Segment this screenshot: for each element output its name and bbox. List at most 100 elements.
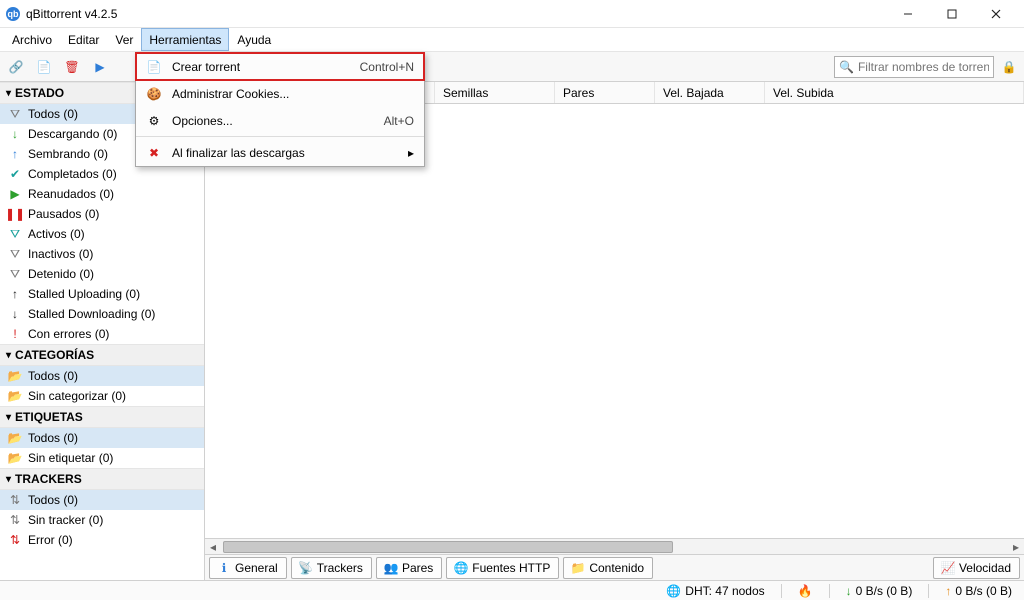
sidebar-item-label: Stalled Uploading (0) <box>28 287 140 301</box>
sidebar-item-label: Todos (0) <box>28 493 78 507</box>
sidebar-item-label: Activos (0) <box>28 227 85 241</box>
tab-label: Fuentes HTTP <box>472 561 550 575</box>
sidebar-item[interactable]: 📂Sin categorizar (0) <box>0 386 204 406</box>
sidebar-item[interactable]: ↓Stalled Downloading (0) <box>0 304 204 324</box>
sidebar-item[interactable]: ✔Completados (0) <box>0 164 204 184</box>
col-semillas[interactable]: Semillas <box>435 82 555 103</box>
menu-item-accel: Control+N <box>360 60 414 74</box>
menu-herramientas[interactable]: Herramientas <box>141 28 229 51</box>
sidebar-item[interactable]: ⇅ Sin tracker (0) <box>0 510 204 530</box>
detail-tabs: ℹGeneral 📡Trackers 👥Pares 🌐Fuentes HTTP … <box>205 554 1024 580</box>
tab-fuentes-http[interactable]: 🌐 Fuentes HTTP <box>446 557 559 579</box>
x-icon: ✖ <box>146 146 162 160</box>
sidebar-item-label: Sin tracker (0) <box>28 513 103 527</box>
sidebar-item[interactable]: ⇅ Todos (0) <box>0 490 204 510</box>
sidebar-item-label: Con errores (0) <box>28 327 109 341</box>
app-icon: qb <box>6 7 20 21</box>
gear-icon: ⚙ <box>146 114 162 128</box>
menu-administrar-cookies[interactable]: 🍪 Administrar Cookies... <box>136 80 424 107</box>
col-pares[interactable]: Pares <box>555 82 655 103</box>
menu-item-label: Opciones... <box>172 114 374 128</box>
funnel-icon: ⛛ <box>8 227 22 242</box>
content-icon: 📁 <box>572 561 584 575</box>
section-categorias[interactable]: ▾CATEGORÍAS <box>0 344 204 366</box>
lock-icon: 🔒 <box>1002 60 1017 74</box>
menu-archivo[interactable]: Archivo <box>4 28 60 51</box>
delete-button[interactable]: 🗑 <box>60 55 84 79</box>
chevron-down-icon: ▾ <box>6 350 11 361</box>
sidebar-item[interactable]: 📂Todos (0) <box>0 366 204 386</box>
window-title: qBittorrent v4.2.5 <box>26 7 117 21</box>
cookie-icon: 🍪 <box>146 87 162 101</box>
tab-contenido[interactable]: 📁Contenido <box>563 557 653 579</box>
speed-icon: 📈 <box>942 561 954 575</box>
plug-icon: 🔥 <box>798 584 813 598</box>
funnel-icon: ⛛ <box>8 107 22 122</box>
chevron-down-icon: ▾ <box>6 88 11 99</box>
status-text: DHT: 47 nodos <box>685 584 764 598</box>
menu-crear-torrent[interactable]: 📄 Crear torrent Control+N <box>136 53 424 80</box>
sidebar-item[interactable]: ▶Reanudados (0) <box>0 184 204 204</box>
section-etiquetas[interactable]: ▾ETIQUETAS <box>0 406 204 428</box>
add-link-button[interactable]: 🔗 <box>4 55 28 79</box>
play-icon: ▶ <box>8 187 22 201</box>
arrow-down-icon: ↓ <box>846 584 852 598</box>
menu-ver[interactable]: Ver <box>107 28 141 51</box>
tab-general[interactable]: ℹGeneral <box>209 557 287 579</box>
horizontal-scrollbar[interactable]: ◂ ▸ <box>205 538 1024 554</box>
sidebar-item-label: Detenido (0) <box>28 267 94 281</box>
scroll-right-icon[interactable]: ▸ <box>1008 539 1024 555</box>
tab-pares[interactable]: 👥Pares <box>376 557 442 579</box>
close-button[interactable] <box>974 0 1018 28</box>
scroll-thumb[interactable] <box>223 541 673 553</box>
menu-editar[interactable]: Editar <box>60 28 107 51</box>
filter-input[interactable] <box>858 60 989 74</box>
sidebar-item[interactable]: ⇅Error (0) <box>0 530 204 550</box>
play-button[interactable]: ▶ <box>88 55 112 79</box>
menu-al-finalizar[interactable]: ✖ Al finalizar las descargas ▸ <box>136 139 424 166</box>
sidebar-item-label: Sin etiquetar (0) <box>28 451 113 465</box>
sidebar-item[interactable]: !Con errores (0) <box>0 324 204 344</box>
filter-search[interactable]: 🔍 <box>834 56 994 78</box>
menu-item-accel: Alt+O <box>384 114 414 128</box>
sidebar-item[interactable]: ❚❚Pausados (0) <box>0 204 204 224</box>
col-vel-bajada[interactable]: Vel. Bajada <box>655 82 765 103</box>
tab-trackers[interactable]: 📡Trackers <box>291 557 372 579</box>
scroll-left-icon[interactable]: ◂ <box>205 539 221 555</box>
status-download: ↓ 0 B/s (0 B) <box>840 584 919 598</box>
torrent-list[interactable] <box>205 104 1024 538</box>
net-icon: ⇅ <box>8 493 22 507</box>
net-icon: ⇅ <box>8 513 22 527</box>
http-icon: 🌐 <box>455 561 467 575</box>
status-dht: 🌐DHT: 47 nodos <box>660 584 770 598</box>
sidebar-item[interactable]: ⛛Inactivos (0) <box>0 244 204 264</box>
add-file-button[interactable]: 📄 <box>32 55 56 79</box>
herramientas-dropdown: 📄 Crear torrent Control+N 🍪 Administrar … <box>135 52 425 167</box>
menu-opciones[interactable]: ⚙ Opciones... Alt+O <box>136 107 424 134</box>
folder-icon: 📂 <box>8 451 22 465</box>
maximize-button[interactable] <box>930 0 974 28</box>
menu-ayuda[interactable]: Ayuda <box>229 28 279 51</box>
sidebar-item[interactable]: ↑Stalled Uploading (0) <box>0 284 204 304</box>
info-icon: ℹ <box>218 561 230 575</box>
sidebar-item[interactable]: 📂 Sin etiquetar (0) <box>0 448 204 468</box>
folder-icon: 📂 <box>8 431 22 445</box>
sidebar-item[interactable]: ⛛ Activos (0) <box>0 224 204 244</box>
lock-button[interactable]: 🔒 <box>998 56 1020 78</box>
tab-label: Velocidad <box>959 561 1011 575</box>
sidebar-item[interactable]: 📂Todos (0) <box>0 428 204 448</box>
sidebar-item[interactable]: ⛛Detenido (0) <box>0 264 204 284</box>
minimize-button[interactable] <box>886 0 930 28</box>
menu-item-label: Administrar Cookies... <box>172 87 404 101</box>
sidebar-item-label: Pausados (0) <box>28 207 99 221</box>
section-title: ESTADO <box>15 86 64 100</box>
col-vel-subida[interactable]: Vel. Subida <box>765 82 1024 103</box>
arrow-up-icon: ↑ <box>8 147 22 161</box>
tab-velocidad[interactable]: 📈 Velocidad <box>933 557 1020 579</box>
folder-icon: 📂 <box>8 369 22 383</box>
section-trackers[interactable]: ▾TRACKERS <box>0 468 204 490</box>
file-plus-icon: 📄 <box>37 60 52 74</box>
submenu-chevron-icon: ▸ <box>404 146 414 160</box>
status-text: 0 B/s (0 B) <box>856 584 913 598</box>
play-icon: ▶ <box>95 60 104 74</box>
